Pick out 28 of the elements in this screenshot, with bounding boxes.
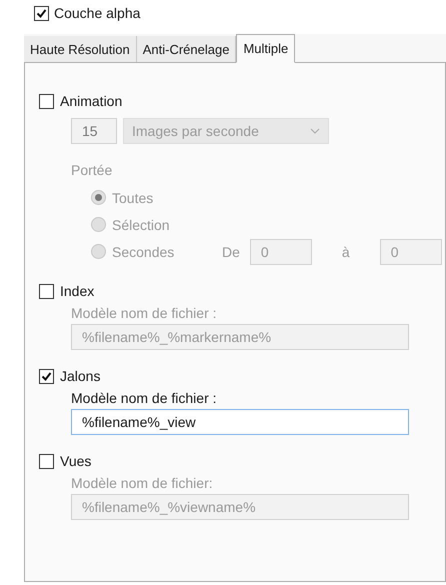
checkbox[interactable]	[39, 454, 54, 468]
radio-label: Toutes	[112, 190, 154, 206]
checkbox[interactable]	[34, 6, 49, 20]
radio-label: Sélection	[112, 216, 170, 232]
checkbox-label: Index	[60, 283, 94, 299]
checkbox-label: Jalons	[60, 368, 100, 384]
group-label: Portée	[71, 162, 114, 178]
tab[interactable]: Multiple	[236, 34, 296, 63]
from-label: De	[222, 244, 240, 260]
to-label: à	[342, 244, 350, 260]
tab[interactable]: Haute Résolution	[24, 36, 137, 62]
checkbox-label: Animation	[60, 93, 122, 109]
radio-button[interactable]	[91, 217, 106, 232]
radio-button[interactable]	[91, 244, 106, 259]
checkbox[interactable]	[39, 368, 54, 384]
radio-button[interactable]	[91, 190, 106, 205]
checkbox[interactable]	[39, 94, 54, 108]
checkbox-label: Couche alpha	[54, 5, 140, 21]
chevron-icon	[310, 128, 320, 134]
field-label: Modèle nom de fichier :	[71, 305, 218, 321]
field-label: Modèle nom de fichier :	[71, 390, 218, 406]
unit-dropdown[interactable]: Images par seconde	[123, 118, 329, 144]
field-label: Modèle nom de fichier:	[71, 475, 214, 491]
checkbox[interactable]	[39, 284, 54, 298]
radio-label: Secondes	[112, 244, 176, 260]
tab[interactable]: Anti-Crénelage	[136, 36, 236, 62]
filename-field[interactable]: %filename%_view	[71, 409, 409, 435]
checkbox-label: Vues	[60, 453, 92, 469]
